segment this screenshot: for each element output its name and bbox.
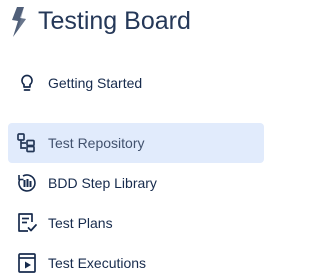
step-library-icon bbox=[16, 172, 38, 194]
sidebar-item-label: Test Repository bbox=[48, 135, 145, 151]
sidebar-item-getting-started[interactable]: Getting Started bbox=[8, 63, 264, 103]
project-sidebar: Testing Board Getting Started Test Repos… bbox=[0, 0, 276, 280]
board-header: Testing Board bbox=[0, 0, 276, 44]
test-execution-icon bbox=[16, 252, 38, 274]
sidebar-item-label: Test Executions bbox=[48, 255, 147, 271]
sidebar-item-label: BDD Step Library bbox=[48, 175, 157, 191]
lightbulb-icon bbox=[16, 72, 38, 94]
board-title: Testing Board bbox=[38, 7, 191, 35]
sidebar-item-label: Test Plans bbox=[48, 215, 113, 231]
sidebar-item-test-plans[interactable]: Test Plans bbox=[8, 203, 264, 243]
sidebar-item-test-executions[interactable]: Test Executions bbox=[8, 243, 264, 280]
test-plan-icon bbox=[16, 212, 38, 234]
xray-bolt-icon bbox=[8, 6, 30, 38]
sidebar-item-label: Getting Started bbox=[48, 75, 143, 91]
repository-icon bbox=[16, 132, 38, 154]
sidebar-item-bdd-step-library[interactable]: BDD Step Library bbox=[8, 163, 264, 203]
sidebar-item-test-repository[interactable]: Test Repository bbox=[8, 123, 264, 163]
